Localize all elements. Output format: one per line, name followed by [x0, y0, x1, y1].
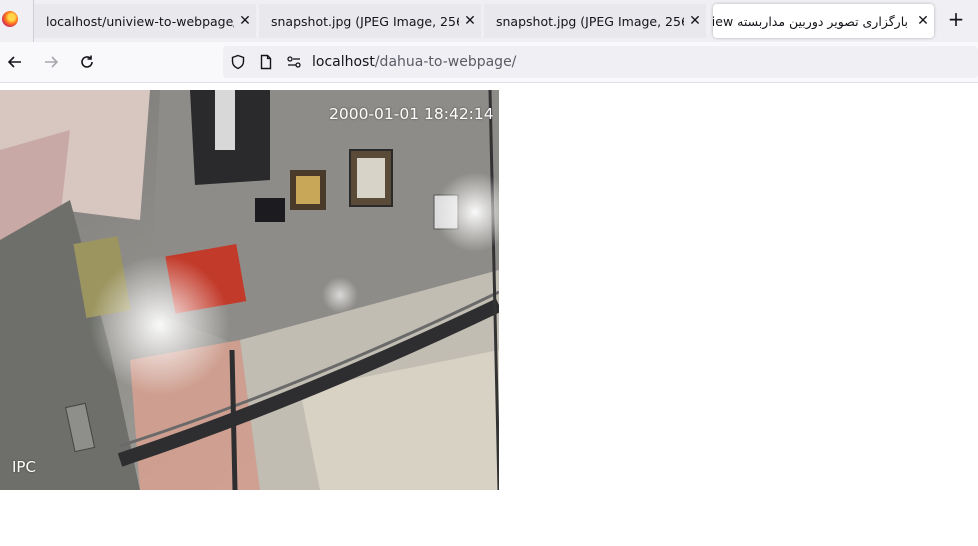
tab-title: بارگزاری تصویر دوربین مداربسته view — [713, 13, 908, 29]
tab-uniview[interactable]: localhost/uniview-to-webpage/ ✕ — [34, 4, 256, 38]
close-tab-icon[interactable]: ✕ — [459, 13, 481, 29]
tab-strip: localhost/uniview-to-webpage/ ✕ snapshot… — [0, 0, 978, 42]
back-arrow-icon[interactable] — [4, 51, 26, 73]
navigation-toolbar: localhost/dahua-to-webpage/ — [0, 42, 978, 83]
shield-icon[interactable] — [230, 54, 246, 70]
camera-label: IPC — [12, 458, 36, 476]
tab-snapshot-2[interactable]: snapshot.jpg (JPEG Image, 2560 × 14 ✕ — [484, 4, 706, 38]
tab-camera-upload[interactable]: بارگزاری تصویر دوربین مداربسته view ✕ — [713, 4, 934, 38]
page-icon[interactable] — [258, 54, 274, 70]
new-tab-button[interactable]: + — [945, 8, 967, 32]
firefox-logo-icon[interactable] — [2, 11, 18, 27]
tab-title: snapshot.jpg (JPEG Image, 2560 × 14 — [271, 13, 459, 29]
url-host: localhost — [312, 54, 375, 70]
camera-timestamp: 2000-01-01 18:42:14 — [329, 105, 494, 123]
close-tab-icon[interactable]: ✕ — [234, 13, 256, 29]
tab-title: snapshot.jpg (JPEG Image, 2560 × 14 — [496, 13, 684, 29]
reload-icon[interactable] — [76, 51, 98, 73]
forward-arrow-icon[interactable] — [40, 51, 62, 73]
tab-snapshot-1[interactable]: snapshot.jpg (JPEG Image, 2560 × 14 ✕ — [259, 4, 481, 38]
tab-title: localhost/uniview-to-webpage/ — [46, 13, 234, 29]
close-tab-icon[interactable]: ✕ — [684, 13, 706, 29]
camera-snapshot-image: 2000-01-01 18:42:14 IPC — [0, 90, 499, 490]
permissions-icon[interactable] — [286, 54, 302, 70]
url-text[interactable]: localhost/dahua-to-webpage/ — [312, 54, 516, 70]
close-tab-icon[interactable]: ✕ — [912, 13, 934, 29]
address-bar[interactable]: localhost/dahua-to-webpage/ — [223, 46, 978, 78]
url-path: /dahua-to-webpage/ — [374, 54, 517, 70]
